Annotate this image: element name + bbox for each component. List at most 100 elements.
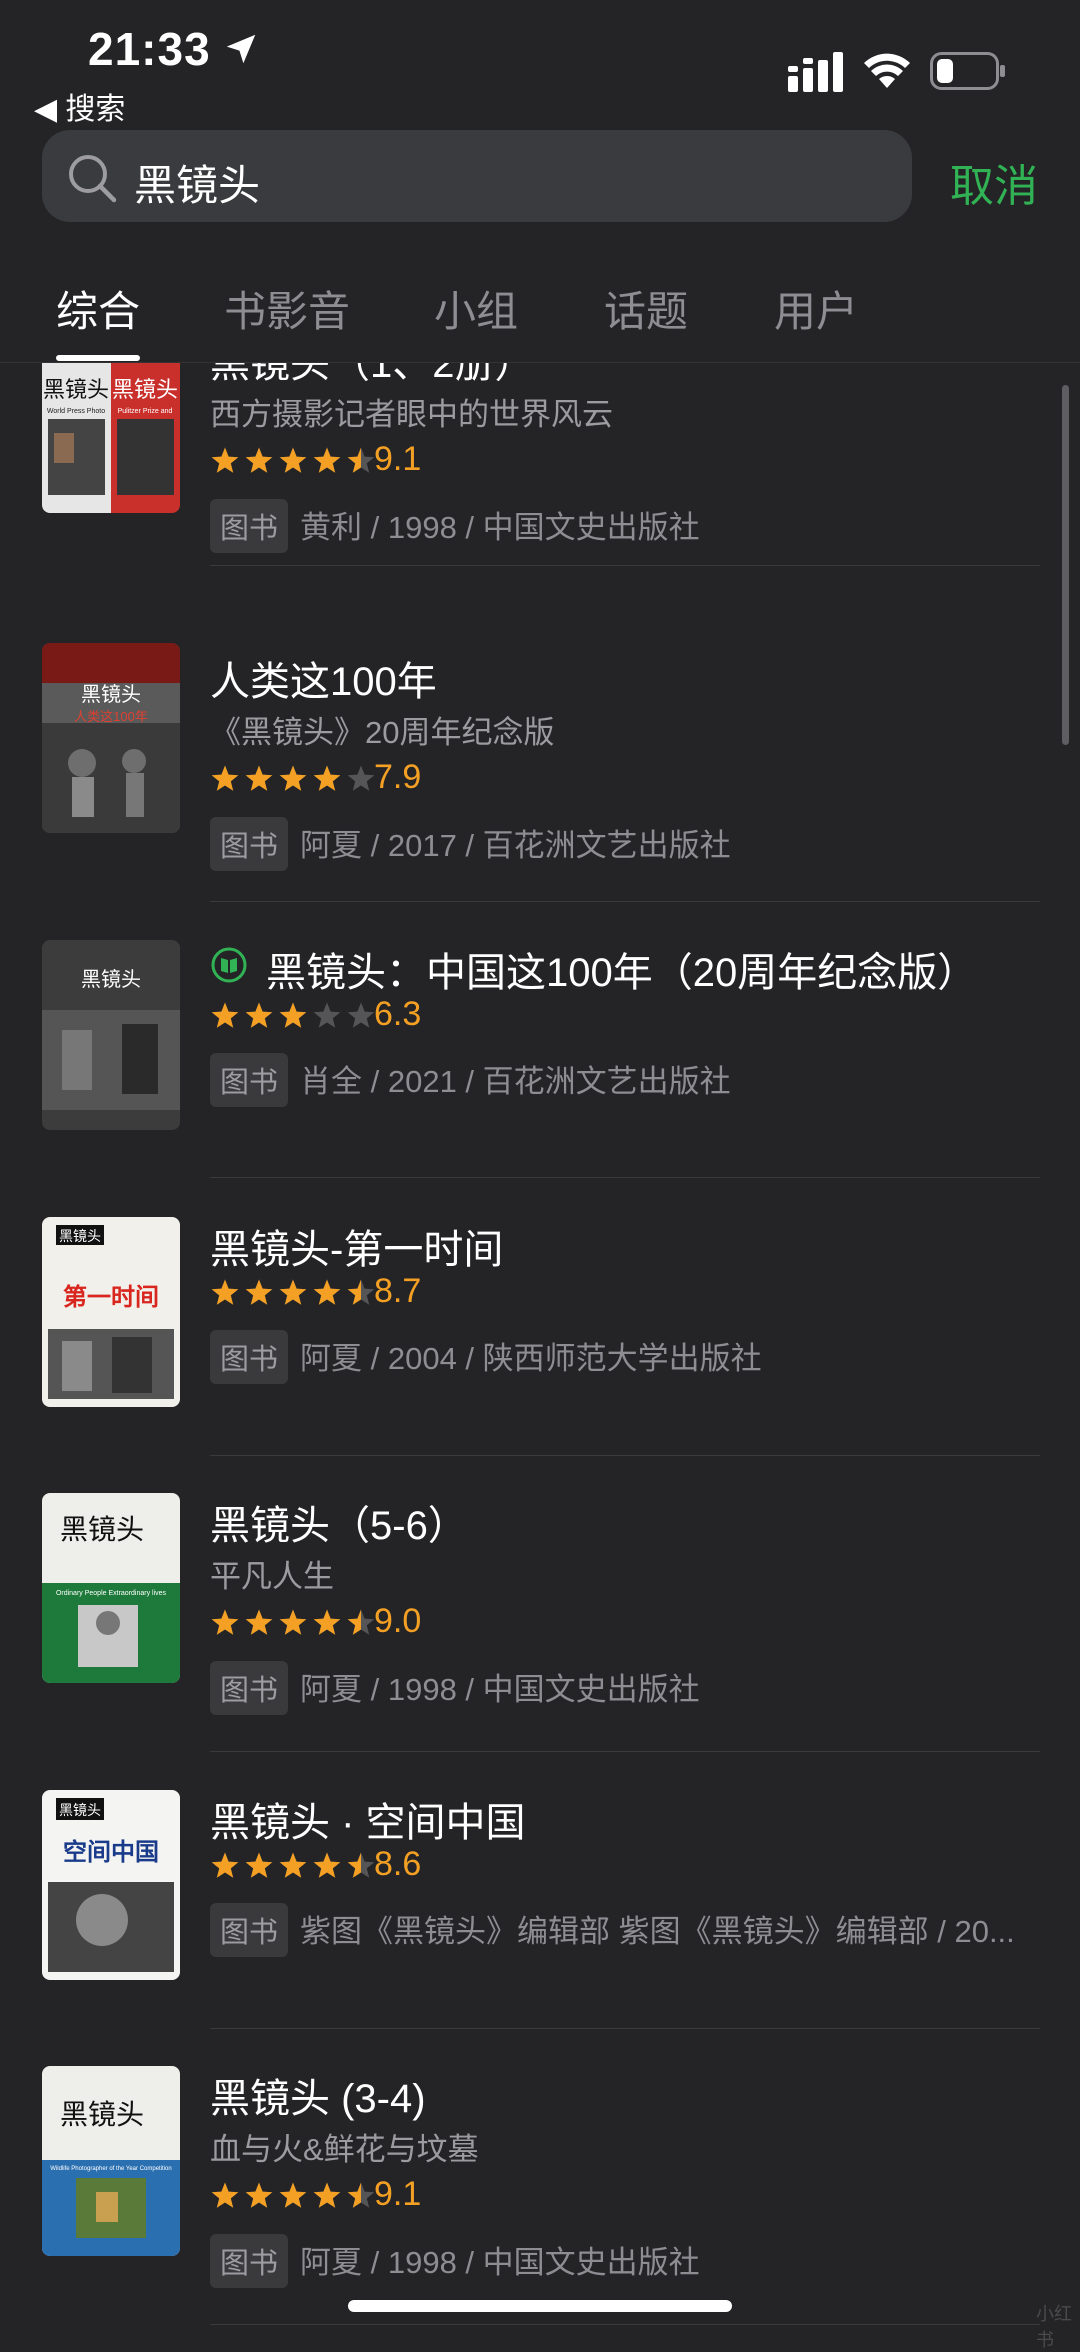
divider bbox=[210, 2028, 1040, 2029]
tab-overall[interactable]: 综合 bbox=[56, 278, 140, 339]
star-rating bbox=[210, 1851, 380, 1885]
star-icon bbox=[279, 765, 307, 791]
star-icon bbox=[279, 1609, 307, 1635]
star-icon bbox=[347, 1279, 375, 1305]
result-title[interactable]: 黑镜头-第一时间 bbox=[210, 1217, 503, 1275]
type-tag: 图书 bbox=[210, 2234, 289, 2288]
star-icon bbox=[313, 1002, 341, 1028]
star-icon bbox=[313, 447, 341, 473]
meta-text: 黄利 / 1998 / 中国文史出版社 bbox=[300, 510, 700, 545]
type-tag: 图书 bbox=[210, 817, 289, 871]
rating-score: 8.7 bbox=[374, 1272, 422, 1310]
svg-text:黑镜头: 黑镜头 bbox=[81, 967, 141, 991]
meta-text: 阿夏 / 2004 / 陕西师范大学出版社 bbox=[300, 1341, 762, 1376]
svg-text:黑镜头: 黑镜头 bbox=[59, 1803, 101, 1819]
result-title[interactable]: 黑镜头（1、2册） bbox=[210, 363, 535, 389]
book-cover: 黑镜头 空间中国 bbox=[42, 1790, 180, 1980]
svg-text:第一时间: 第一时间 bbox=[63, 1283, 159, 1311]
result-subtitle: 《黑镜头》20周年纪念版 bbox=[210, 715, 555, 750]
result-meta: 图书 阿夏 / 1998 / 中国文史出版社 bbox=[210, 1661, 700, 1715]
battery-icon bbox=[930, 52, 1005, 90]
star-icon bbox=[211, 2182, 239, 2208]
star-icon bbox=[279, 2182, 307, 2208]
star-icon bbox=[245, 1609, 273, 1635]
book-cover: 黑镜头 bbox=[42, 940, 180, 1130]
rating-score: 8.6 bbox=[374, 1845, 422, 1883]
meta-text: 阿夏 / 2017 / 百花洲文艺出版社 bbox=[300, 828, 731, 863]
star-icon bbox=[347, 765, 375, 791]
watermark: 小红书 bbox=[1036, 2304, 1072, 2350]
star-icon bbox=[347, 1609, 375, 1635]
star-rating bbox=[210, 764, 380, 798]
location-arrow-icon bbox=[226, 34, 256, 64]
result-title[interactable]: 黑镜头：中国这100年（20周年纪念版） bbox=[266, 940, 977, 998]
active-tab-indicator bbox=[56, 355, 140, 361]
book-cover: 黑镜头 第一时间 bbox=[42, 1217, 180, 1407]
star-icon bbox=[211, 1609, 239, 1635]
star-rating bbox=[210, 1001, 380, 1035]
tab-users[interactable]: 用户 bbox=[774, 278, 858, 339]
star-rating bbox=[210, 1278, 380, 1312]
star-icon bbox=[313, 765, 341, 791]
result-title[interactable]: 黑镜头（5-6） bbox=[210, 1493, 468, 1551]
result-title[interactable]: 黑镜头 · 空间中国 bbox=[210, 1790, 526, 1848]
star-rating bbox=[210, 1608, 380, 1642]
result-subtitle: 西方摄影记者眼中的世界风云 bbox=[210, 397, 613, 432]
result-subtitle: 平凡人生 bbox=[210, 1559, 334, 1594]
search-icon bbox=[69, 155, 117, 203]
svg-text:人类这100年: 人类这100年 bbox=[74, 709, 148, 724]
divider bbox=[210, 565, 1040, 566]
home-indicator[interactable] bbox=[348, 2300, 732, 2312]
rating-score: 6.3 bbox=[374, 995, 422, 1033]
tab-topics[interactable]: 话题 bbox=[604, 278, 688, 339]
result-title[interactable]: 黑镜头 (3-4) bbox=[210, 2066, 426, 2124]
divider bbox=[210, 1751, 1040, 1752]
meta-text: 阿夏 / 1998 / 中国文史出版社 bbox=[300, 1672, 700, 1707]
back-to-search-link[interactable]: ◀ 搜索 bbox=[34, 84, 125, 128]
search-input[interactable]: 黑镜头 bbox=[134, 152, 260, 213]
svg-text:黑镜头: 黑镜头 bbox=[60, 1513, 144, 1546]
meta-text: 紫图《黑镜头》编辑部 紫图《黑镜头》编辑部 / 20... bbox=[300, 1914, 1015, 1949]
svg-text:Wildlife Photographer of the Y: Wildlife Photographer of the Year Compet… bbox=[50, 2166, 171, 2172]
type-tag: 图书 bbox=[210, 1661, 289, 1715]
svg-text:World Press Photo: World Press Photo bbox=[47, 408, 105, 415]
scrollbar[interactable] bbox=[1062, 385, 1069, 745]
cancel-button[interactable]: 取消 bbox=[950, 150, 1038, 214]
result-meta: 图书 肖全 / 2021 / 百花洲文艺出版社 bbox=[210, 1053, 731, 1107]
divider bbox=[210, 1455, 1040, 1456]
star-icon bbox=[211, 1279, 239, 1305]
star-icon bbox=[347, 1852, 375, 1878]
book-cover: 黑镜头 Ordinary People Extraordinary lives bbox=[42, 1493, 180, 1683]
svg-text:黑镜头: 黑镜头 bbox=[81, 682, 141, 706]
meta-text: 肖全 / 2021 / 百花洲文艺出版社 bbox=[300, 1064, 731, 1099]
meta-text: 阿夏 / 1998 / 中国文史出版社 bbox=[300, 2245, 700, 2280]
result-tabs: 综合 书影音 小组 话题 用户 bbox=[0, 270, 1080, 360]
tab-books-films-music[interactable]: 书影音 bbox=[224, 278, 350, 339]
status-bar: 21:33 ◀ 搜索 bbox=[0, 0, 1080, 126]
result-title[interactable]: 人类这100年 bbox=[210, 649, 437, 707]
tab-groups[interactable]: 小组 bbox=[434, 278, 518, 339]
result-meta: 图书 阿夏 / 2017 / 百花洲文艺出版社 bbox=[210, 817, 731, 871]
svg-text:黑镜头: 黑镜头 bbox=[59, 1229, 101, 1245]
star-icon bbox=[279, 1279, 307, 1305]
search-bar[interactable]: 黑镜头 bbox=[42, 130, 912, 222]
star-icon bbox=[211, 1002, 239, 1028]
rating-score: 9.0 bbox=[374, 1602, 422, 1640]
wifi-icon bbox=[864, 53, 910, 88]
star-icon bbox=[245, 1002, 273, 1028]
star-icon bbox=[313, 1852, 341, 1878]
star-rating bbox=[210, 446, 380, 480]
star-icon bbox=[347, 447, 375, 473]
star-icon bbox=[347, 2182, 375, 2208]
type-tag: 图书 bbox=[210, 1330, 289, 1384]
star-icon bbox=[211, 1852, 239, 1878]
star-icon bbox=[279, 1002, 307, 1028]
star-icon bbox=[313, 2182, 341, 2208]
star-icon bbox=[211, 765, 239, 791]
type-tag: 图书 bbox=[210, 1053, 289, 1107]
star-icon bbox=[347, 1002, 375, 1028]
result-meta: 图书 紫图《黑镜头》编辑部 紫图《黑镜头》编辑部 / 20... bbox=[210, 1903, 1015, 1957]
book-cover: 黑镜头 黑镜头 World Press Photo Pulitzer Prize… bbox=[42, 363, 180, 513]
type-tag: 图书 bbox=[210, 1903, 289, 1957]
result-meta: 图书 黄利 / 1998 / 中国文史出版社 bbox=[210, 499, 700, 553]
